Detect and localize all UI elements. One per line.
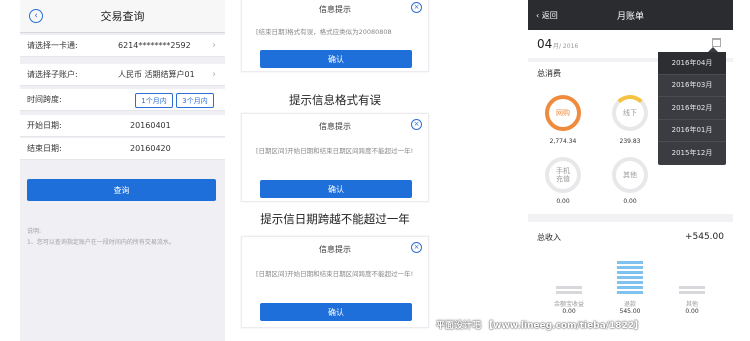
query-button[interactable]: 查询 (27, 179, 216, 201)
calendar-icon[interactable] (712, 38, 721, 47)
range-error-dialog: 信息提示 × [日期区间]开始日期和结束日期区间跨度不能超过一年! 确认 (241, 113, 429, 202)
month-option[interactable]: 2016年04月 (658, 52, 726, 75)
month-number: 04 (537, 37, 553, 51)
spend-online-label: 网购 (556, 109, 570, 117)
start-date-value[interactable]: 20160401 (130, 121, 171, 130)
transaction-query-screen: ‹ 交易查询 请选择一卡通: 6214********2592 › 请选择子账户… (20, 0, 225, 341)
month-option[interactable]: 2016年02月 (658, 97, 726, 120)
back-icon[interactable]: ‹ (29, 9, 43, 23)
income-bar-segment (556, 286, 582, 289)
dialog-ok-button[interactable]: 确认 (260, 180, 412, 198)
card-value: 6214********2592 (118, 41, 191, 50)
caption-format-error: 提示信息格式有误 (289, 93, 381, 107)
total-spend-label: 总消费 (537, 69, 561, 78)
close-icon[interactable]: × (411, 242, 422, 253)
span-label: 时间跨度: (27, 95, 62, 104)
end-date-value[interactable]: 20160420 (130, 144, 171, 153)
account-value: 人民币 活期结算户01 (118, 70, 195, 79)
income-bar-segment (679, 286, 705, 289)
start-date-label: 开始日期: (27, 121, 62, 130)
spend-online-amount: 2,774.34 (549, 138, 577, 145)
card-select-row[interactable]: 请选择一卡通: 6214********2592 › (20, 35, 225, 57)
note-text: 1、您可以查询指定账户在一段时间内的所有交易流水。 (27, 239, 175, 246)
month-option[interactable]: 2016年03月 (658, 75, 726, 97)
dialog-ok-button[interactable]: 确认 (260, 50, 412, 68)
dialog-message: [结束日期]格式有误，格式应类似为20080808 (256, 28, 392, 36)
dialog-title: 信息提示 (319, 5, 351, 14)
spend-online-ring[interactable]: 网购 (545, 95, 581, 131)
spend-offline-label: 线下 (623, 109, 637, 117)
back-button[interactable]: ‹ 返回 (536, 10, 558, 21)
income-yuebao-label: 余额宝收益 (553, 301, 584, 308)
dialog-title: 信息提示 (319, 245, 351, 254)
page-title: 月账单 (616, 11, 644, 22)
start-date-row[interactable]: 开始日期: 20160401 (20, 115, 225, 137)
income-bar-segment (617, 271, 643, 274)
income-refund-amount: 545.00 (619, 308, 641, 315)
total-income-label: 总收入 (537, 233, 561, 242)
bill-header: ‹ 返回 月账单 (528, 0, 733, 30)
spend-offline-amount: 239.83 (619, 138, 641, 145)
income-yuebao-amount: 0.00 (562, 308, 576, 315)
spend-mobile-ring[interactable]: 手机 充值 (545, 157, 581, 193)
total-income-value: +545.00 (684, 232, 724, 242)
income-bar-segment (556, 291, 582, 294)
span-3-month-button[interactable]: 3个月内 (176, 93, 214, 108)
chevron-right-icon: › (212, 69, 216, 80)
spend-mobile-amount: 0.00 (556, 198, 570, 205)
spend-mobile-label: 手机 充值 (556, 167, 570, 183)
month-year: 月/ 2016 (553, 43, 579, 50)
month-option[interactable]: 2015年12月 (658, 142, 726, 165)
income-bar-segment (617, 261, 643, 264)
card-label: 请选择一卡通: (27, 41, 78, 50)
income-other-amount: 0.00 (685, 308, 699, 315)
close-icon[interactable]: × (411, 2, 422, 13)
income-bar-segment (617, 276, 643, 279)
income-bar-segment (617, 286, 643, 289)
format-error-dialog: 信息提示 × [结束日期]格式有误，格式应类似为20080808 确认 (241, 0, 429, 72)
spend-other-ring[interactable]: 其他 (612, 157, 648, 193)
account-label: 请选择子账户: (27, 70, 78, 79)
end-date-row[interactable]: 结束日期: 20160420 (20, 138, 225, 160)
spend-other-amount: 0.00 (623, 198, 637, 205)
income-refund-label: 退款 (623, 301, 636, 308)
income-bar-segment (617, 291, 643, 294)
watermark-text: 平面设计吧 【www.lineeg.com/tieba/1822】 (436, 321, 644, 331)
chevron-right-icon: › (212, 40, 216, 51)
spend-other-label: 其他 (623, 171, 637, 179)
dialog-title: 信息提示 (319, 122, 351, 131)
page-title: 交易查询 (100, 10, 145, 23)
end-date-label: 结束日期: (27, 144, 62, 153)
month-dropdown: 2016年04月 2016年03月 2016年02月 2016年01月 2015… (658, 47, 726, 165)
account-select-row[interactable]: 请选择子账户: 人民币 活期结算户01 › (20, 64, 225, 86)
caption-range-error: 提示信日期跨越不能超过一年 (260, 212, 410, 226)
income-bar-segment (679, 291, 705, 294)
note-title: 说明: (27, 228, 42, 235)
back-label: 返回 (541, 10, 558, 20)
month-option[interactable]: 2016年01月 (658, 120, 726, 142)
close-icon[interactable]: × (411, 119, 422, 130)
time-span-row: 时间跨度: 1个月内 3个月内 (20, 89, 225, 111)
dialog-message: [日期区间]开始日期和结束日期区间跨度不能超过一年! (256, 147, 414, 155)
income-other-label: 其他 (685, 301, 698, 308)
span-1-month-button[interactable]: 1个月内 (135, 93, 173, 108)
spend-offline-ring[interactable]: 线下 (612, 95, 648, 131)
dialog-ok-button[interactable]: 确认 (260, 303, 412, 321)
income-bar-segment (617, 281, 643, 284)
range-error-dialog-2: 信息提示 × [日期区间]开始日期和结束日期区间跨度不能超过一年! 确认 (241, 236, 429, 328)
income-bar-segment (617, 266, 643, 269)
dialog-message: [日期区间]开始日期和结束日期区间跨度不能超过一年! (256, 270, 414, 278)
query-header: ‹ 交易查询 (20, 0, 225, 33)
